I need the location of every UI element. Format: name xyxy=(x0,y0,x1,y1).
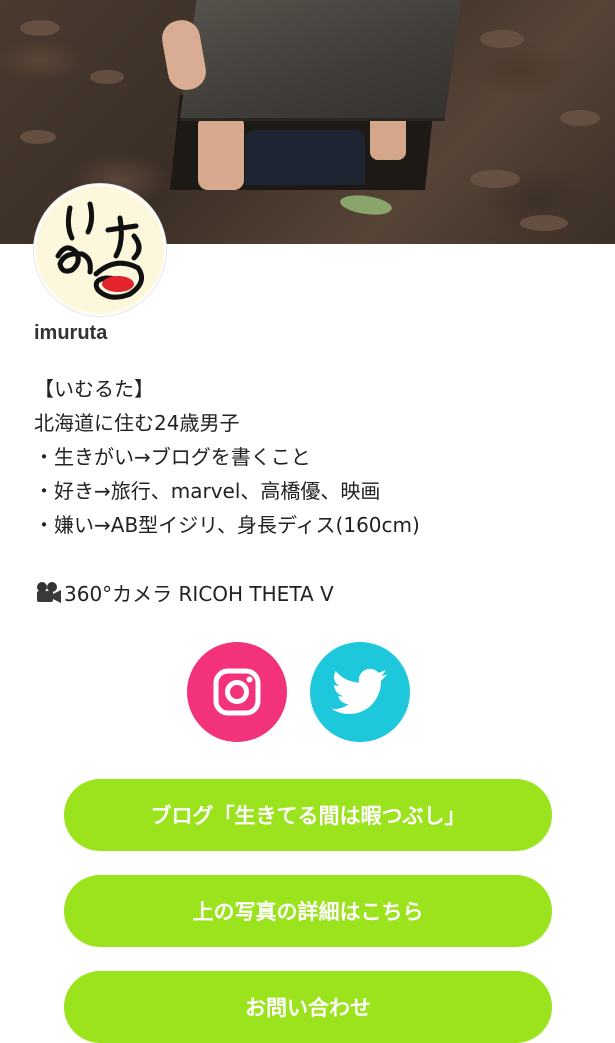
username: imuruta xyxy=(34,322,108,344)
bio-line: 北海道に住む24歳男子 xyxy=(34,411,240,435)
instagram-icon xyxy=(213,668,261,716)
twitter-icon xyxy=(332,668,388,714)
bio: 【いむるた】 北海道に住む24歳男子 ・生きがい→ブログを書くこと ・好き→旅行… xyxy=(34,372,594,542)
movie-camera-icon xyxy=(37,581,61,603)
avatar xyxy=(34,184,166,316)
bio-line: ・生きがい→ブログを書くこと xyxy=(34,445,311,469)
contact-button[interactable]: お問い合わせ xyxy=(64,971,552,1043)
bio-line: ・嫌い→AB型イジリ、身長ディス(160cm) xyxy=(34,513,420,537)
camera-info: 360°カメラ RICOH THETA V xyxy=(34,578,334,607)
twitter-button[interactable] xyxy=(310,642,410,742)
bio-line: ・好き→旅行、marvel、高橋優、映画 xyxy=(34,479,381,503)
instagram-button[interactable] xyxy=(187,642,287,742)
camera-text: 360°カメラ RICOH THETA V xyxy=(64,582,334,606)
blog-link-button[interactable]: ブログ「生きてる間は暇つぶし」 xyxy=(64,779,552,851)
photo-details-button[interactable]: 上の写真の詳細はこちら xyxy=(64,875,552,947)
bio-line: 【いむるた】 xyxy=(34,377,154,401)
avatar-doodle xyxy=(55,201,145,300)
